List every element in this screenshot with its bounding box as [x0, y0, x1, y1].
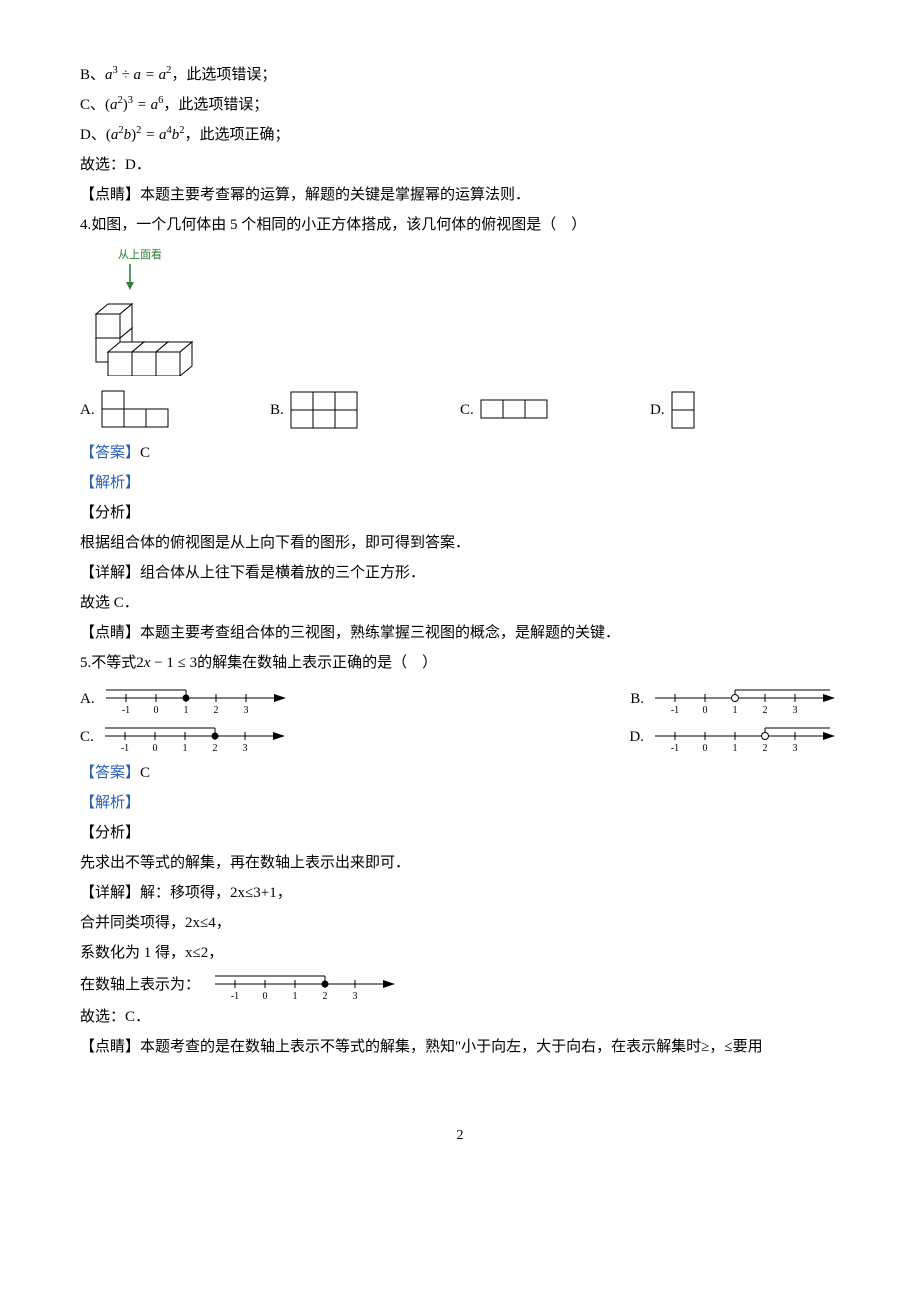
q5-detail4-row: 在数轴上表示为： -1 0 1 2 3: [80, 968, 840, 1002]
svg-text:-1: -1: [231, 991, 239, 1002]
opt-d-line: D、 (a2b)2 = a4b2 ，此选项正确；: [80, 120, 840, 150]
q5-detail3: 系数化为 1 得，x≤2，: [80, 938, 840, 968]
q5-answer: 【答案】C: [80, 758, 840, 788]
opt-c-math: (a2)3 = a6: [105, 90, 163, 120]
svg-text:3: 3: [353, 991, 358, 1002]
svg-text:0: 0: [152, 743, 157, 754]
opt-b-label: B、: [80, 60, 105, 90]
svg-text:1: 1: [182, 743, 187, 754]
q5-opt-a-fig: -1 0 1 2 3: [101, 682, 291, 716]
q5-opt-d-label: D.: [629, 722, 644, 752]
q5-stem: 5.不等式 2x − 1 ≤ 3 的解集在数轴上表示正确的是（ ）: [80, 648, 840, 678]
opt-b-tail: ，此选项错误；: [171, 60, 276, 90]
svg-text:-1: -1: [671, 743, 679, 754]
svg-text:2: 2: [763, 705, 768, 716]
svg-text:0: 0: [703, 743, 708, 754]
q4-answer: 【答案】C: [80, 438, 840, 468]
opt-d-tail: ，此选项正确；: [184, 120, 289, 150]
q4-figure: 从上面看: [80, 246, 840, 376]
q5-opt-c-label: C.: [80, 722, 94, 752]
q5-opts-row2: C. -1 0 1 2 3 D.: [80, 720, 840, 754]
q5-opt-d-fig: -1 0 1 2 3: [650, 720, 840, 754]
q4-opt-b-label: B.: [270, 395, 284, 425]
opt-d-label: D、: [80, 120, 106, 150]
svg-text:3: 3: [242, 743, 247, 754]
q4-so: 故选 C．: [80, 588, 840, 618]
q5-detail1: 【详解】解：移项得，2x≤3+1，: [80, 878, 840, 908]
q4-opt-a-fig: [101, 390, 179, 430]
svg-text:1: 1: [183, 705, 188, 716]
svg-text:0: 0: [703, 705, 708, 716]
q4-tip: 【点睛】本题主要考查组合体的三视图，熟练掌握三视图的概念，是解题的关键．: [80, 618, 840, 648]
q5-opt-c-fig: -1 0 1 2 3: [100, 720, 290, 754]
page-number: 2: [80, 1122, 840, 1150]
q4-opt-c-fig: [480, 398, 558, 422]
q4-detail: 【详解】组合体从上往下看是横着放的三个正方形．: [80, 558, 840, 588]
svg-text:-1: -1: [671, 705, 679, 716]
fig-caption-text: 从上面看: [118, 247, 162, 261]
svg-text:-1: -1: [121, 743, 129, 754]
q4-fenxi: 【分析】: [80, 498, 840, 528]
svg-text:1: 1: [733, 705, 738, 716]
svg-text:3: 3: [793, 705, 798, 716]
q5-jiexi: 【解析】: [80, 788, 840, 818]
svg-text:0: 0: [263, 991, 268, 1002]
svg-text:2: 2: [212, 743, 217, 754]
opt-b-math: a3 ÷ a = a2: [105, 60, 171, 90]
svg-text:1: 1: [293, 991, 298, 1002]
tip-power: 【点睛】本题主要考查幂的运算，解题的关键是掌握幂的运算法则．: [80, 180, 840, 210]
q5-fenxi: 【分析】: [80, 818, 840, 848]
svg-text:-1: -1: [121, 705, 129, 716]
svg-text:2: 2: [763, 743, 768, 754]
q5-detail4-fig: -1 0 1 2 3: [210, 968, 400, 1002]
q5-opts-row1: A. -1 0 1 2 3 B.: [80, 682, 840, 716]
q4-opt-d-fig: [671, 390, 699, 430]
q4-opt-b-fig: [290, 390, 368, 430]
q5-fenxi-body: 先求出不等式的解集，再在数轴上表示出来即可．: [80, 848, 840, 878]
q5-opt-b-fig: -1 0 1 2 3: [650, 682, 840, 716]
q5-opt-a-label: A.: [80, 684, 95, 714]
opt-d-math: (a2b)2 = a4b2: [106, 120, 185, 150]
q4-fenxi-body: 根据组合体的俯视图是从上向下看的图形，即可得到答案．: [80, 528, 840, 558]
q5-detail2: 合并同类项得，2x≤4，: [80, 908, 840, 938]
opt-c-tail: ，此选项错误；: [163, 90, 268, 120]
svg-text:3: 3: [243, 705, 248, 716]
q4-stem: 4.如图，一个几何体由 5 个相同的小正方体搭成，该几何体的俯视图是（ ）: [80, 210, 840, 240]
opt-b-line: B、 a3 ÷ a = a2 ，此选项错误；: [80, 60, 840, 90]
q5-opt-b-label: B.: [630, 684, 644, 714]
q4-opt-a-label: A.: [80, 395, 95, 425]
opt-c-label: C、: [80, 90, 105, 120]
svg-text:1: 1: [733, 743, 738, 754]
q5-detail4: 在数轴上表示为：: [80, 970, 200, 1000]
q4-opt-d-label: D.: [650, 395, 665, 425]
q5-so: 故选：C．: [80, 1002, 840, 1032]
svg-text:2: 2: [213, 705, 218, 716]
q4-options: A. B.: [80, 390, 840, 430]
svg-text:3: 3: [793, 743, 798, 754]
svg-text:2: 2: [323, 991, 328, 1002]
q4-opt-c-label: C.: [460, 395, 474, 425]
page: B、 a3 ÷ a = a2 ，此选项错误； C、 (a2)3 = a6 ，此选…: [0, 0, 920, 1190]
svg-text:0: 0: [153, 705, 158, 716]
q5-tip: 【点睛】本题考查的是在数轴上表示不等式的解集，熟知"小于向左，大于向右，在表示解…: [80, 1032, 840, 1062]
conclusion-d: 故选：D．: [80, 150, 840, 180]
opt-c-line: C、 (a2)3 = a6 ，此选项错误；: [80, 90, 840, 120]
q4-jiexi: 【解析】: [80, 468, 840, 498]
